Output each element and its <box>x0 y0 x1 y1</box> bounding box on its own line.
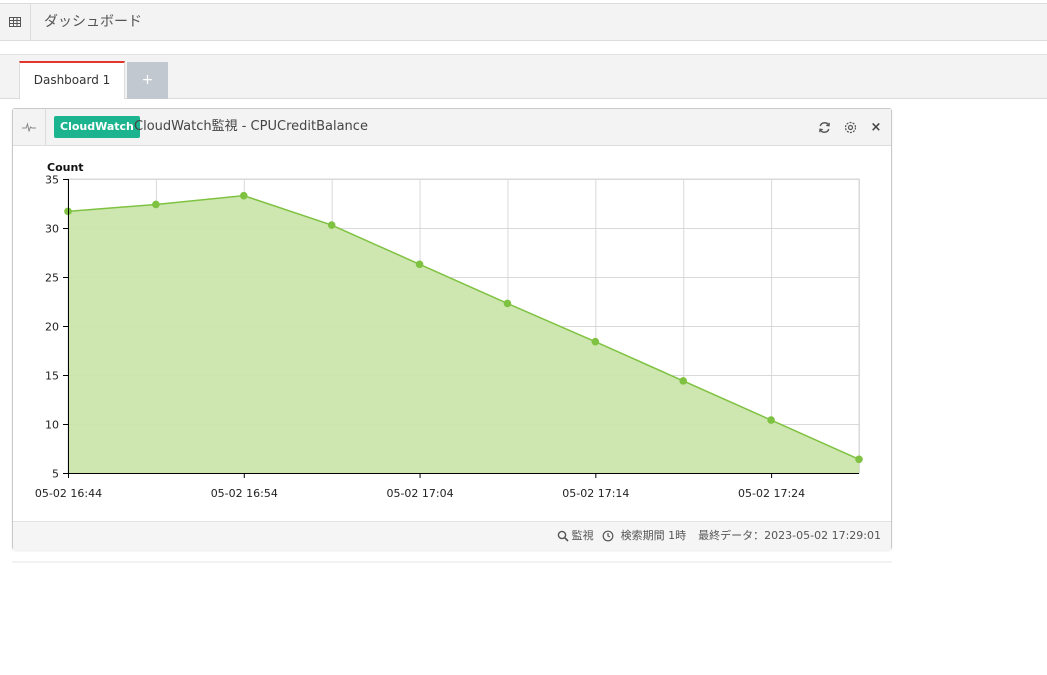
y-tick-label: 10 <box>45 419 59 432</box>
refresh-icon <box>818 121 830 133</box>
y-tick-label: 15 <box>45 370 59 383</box>
x-tick-label: 05-02 17:14 <box>562 487 629 500</box>
top-bar: ダッシュボード <box>0 3 1047 41</box>
data-point <box>591 337 600 346</box>
cpu-credit-chart: 5 10 15 20 25 30 35 05-02 16:44 05-02 16:54 05-02… <box>35 161 863 500</box>
widget-footer: 監視 検索期間 1時 最終データ：2023-05-02 17:29:01 <box>13 521 891 550</box>
clock-icon <box>602 530 614 542</box>
monitor-link[interactable]: 監視 <box>572 522 594 550</box>
x-tick-label: 05-02 17:24 <box>738 487 805 500</box>
widget-header: CloudWatch CloudWatch監視 - CPUCreditBalan… <box>13 109 891 146</box>
data-point <box>239 191 248 200</box>
pulse-icon <box>22 122 36 132</box>
close-icon[interactable]: × <box>868 119 884 135</box>
settings-icon <box>844 121 856 133</box>
y-tick-label: 20 <box>45 321 59 334</box>
data-point <box>415 260 424 269</box>
refresh-button[interactable] <box>816 119 832 135</box>
cloudwatch-widget: CloudWatch CloudWatch監視 - CPUCreditBalan… <box>12 108 892 550</box>
y-tick-label: 5 <box>52 468 59 481</box>
x-tick-label: 05-02 16:44 <box>35 487 102 500</box>
last-data-time: 最終データ：2023-05-02 17:29:01 <box>698 529 881 542</box>
divider <box>12 561 892 563</box>
x-tick-label: 05-02 16:54 <box>211 487 278 500</box>
settings-button[interactable] <box>842 119 858 135</box>
data-point <box>767 416 775 424</box>
data-point <box>152 200 160 209</box>
widget-type-button[interactable] <box>13 109 46 145</box>
search-period: 検索期間 1時 <box>620 529 687 542</box>
data-point <box>679 377 688 385</box>
tab-dashboard-1[interactable]: Dashboard 1 <box>19 61 125 99</box>
x-tick-label: 05-02 17:04 <box>386 487 453 500</box>
chart-area: 5 10 15 20 25 30 35 05-02 16:44 05-02 16:54 05-02… <box>13 145 891 521</box>
y-tick-label: 25 <box>45 272 59 285</box>
y-tick-label: 30 <box>45 223 59 236</box>
table-grid-icon <box>9 17 21 27</box>
search-icon <box>557 530 569 542</box>
tab-strip: Dashboard 1 + <box>0 54 1047 99</box>
y-tick-label: 35 <box>45 174 59 187</box>
cloudwatch-badge: CloudWatch <box>54 116 140 138</box>
menu-button[interactable] <box>0 4 31 40</box>
y-axis-label: Count <box>47 161 84 174</box>
widget-title: CloudWatch監視 - CPUCreditBalance <box>134 119 368 134</box>
add-tab-button[interactable]: + <box>127 62 168 99</box>
data-point <box>855 455 863 464</box>
data-point <box>503 299 512 308</box>
page-title: ダッシュボード <box>44 14 142 30</box>
data-point <box>327 221 336 229</box>
